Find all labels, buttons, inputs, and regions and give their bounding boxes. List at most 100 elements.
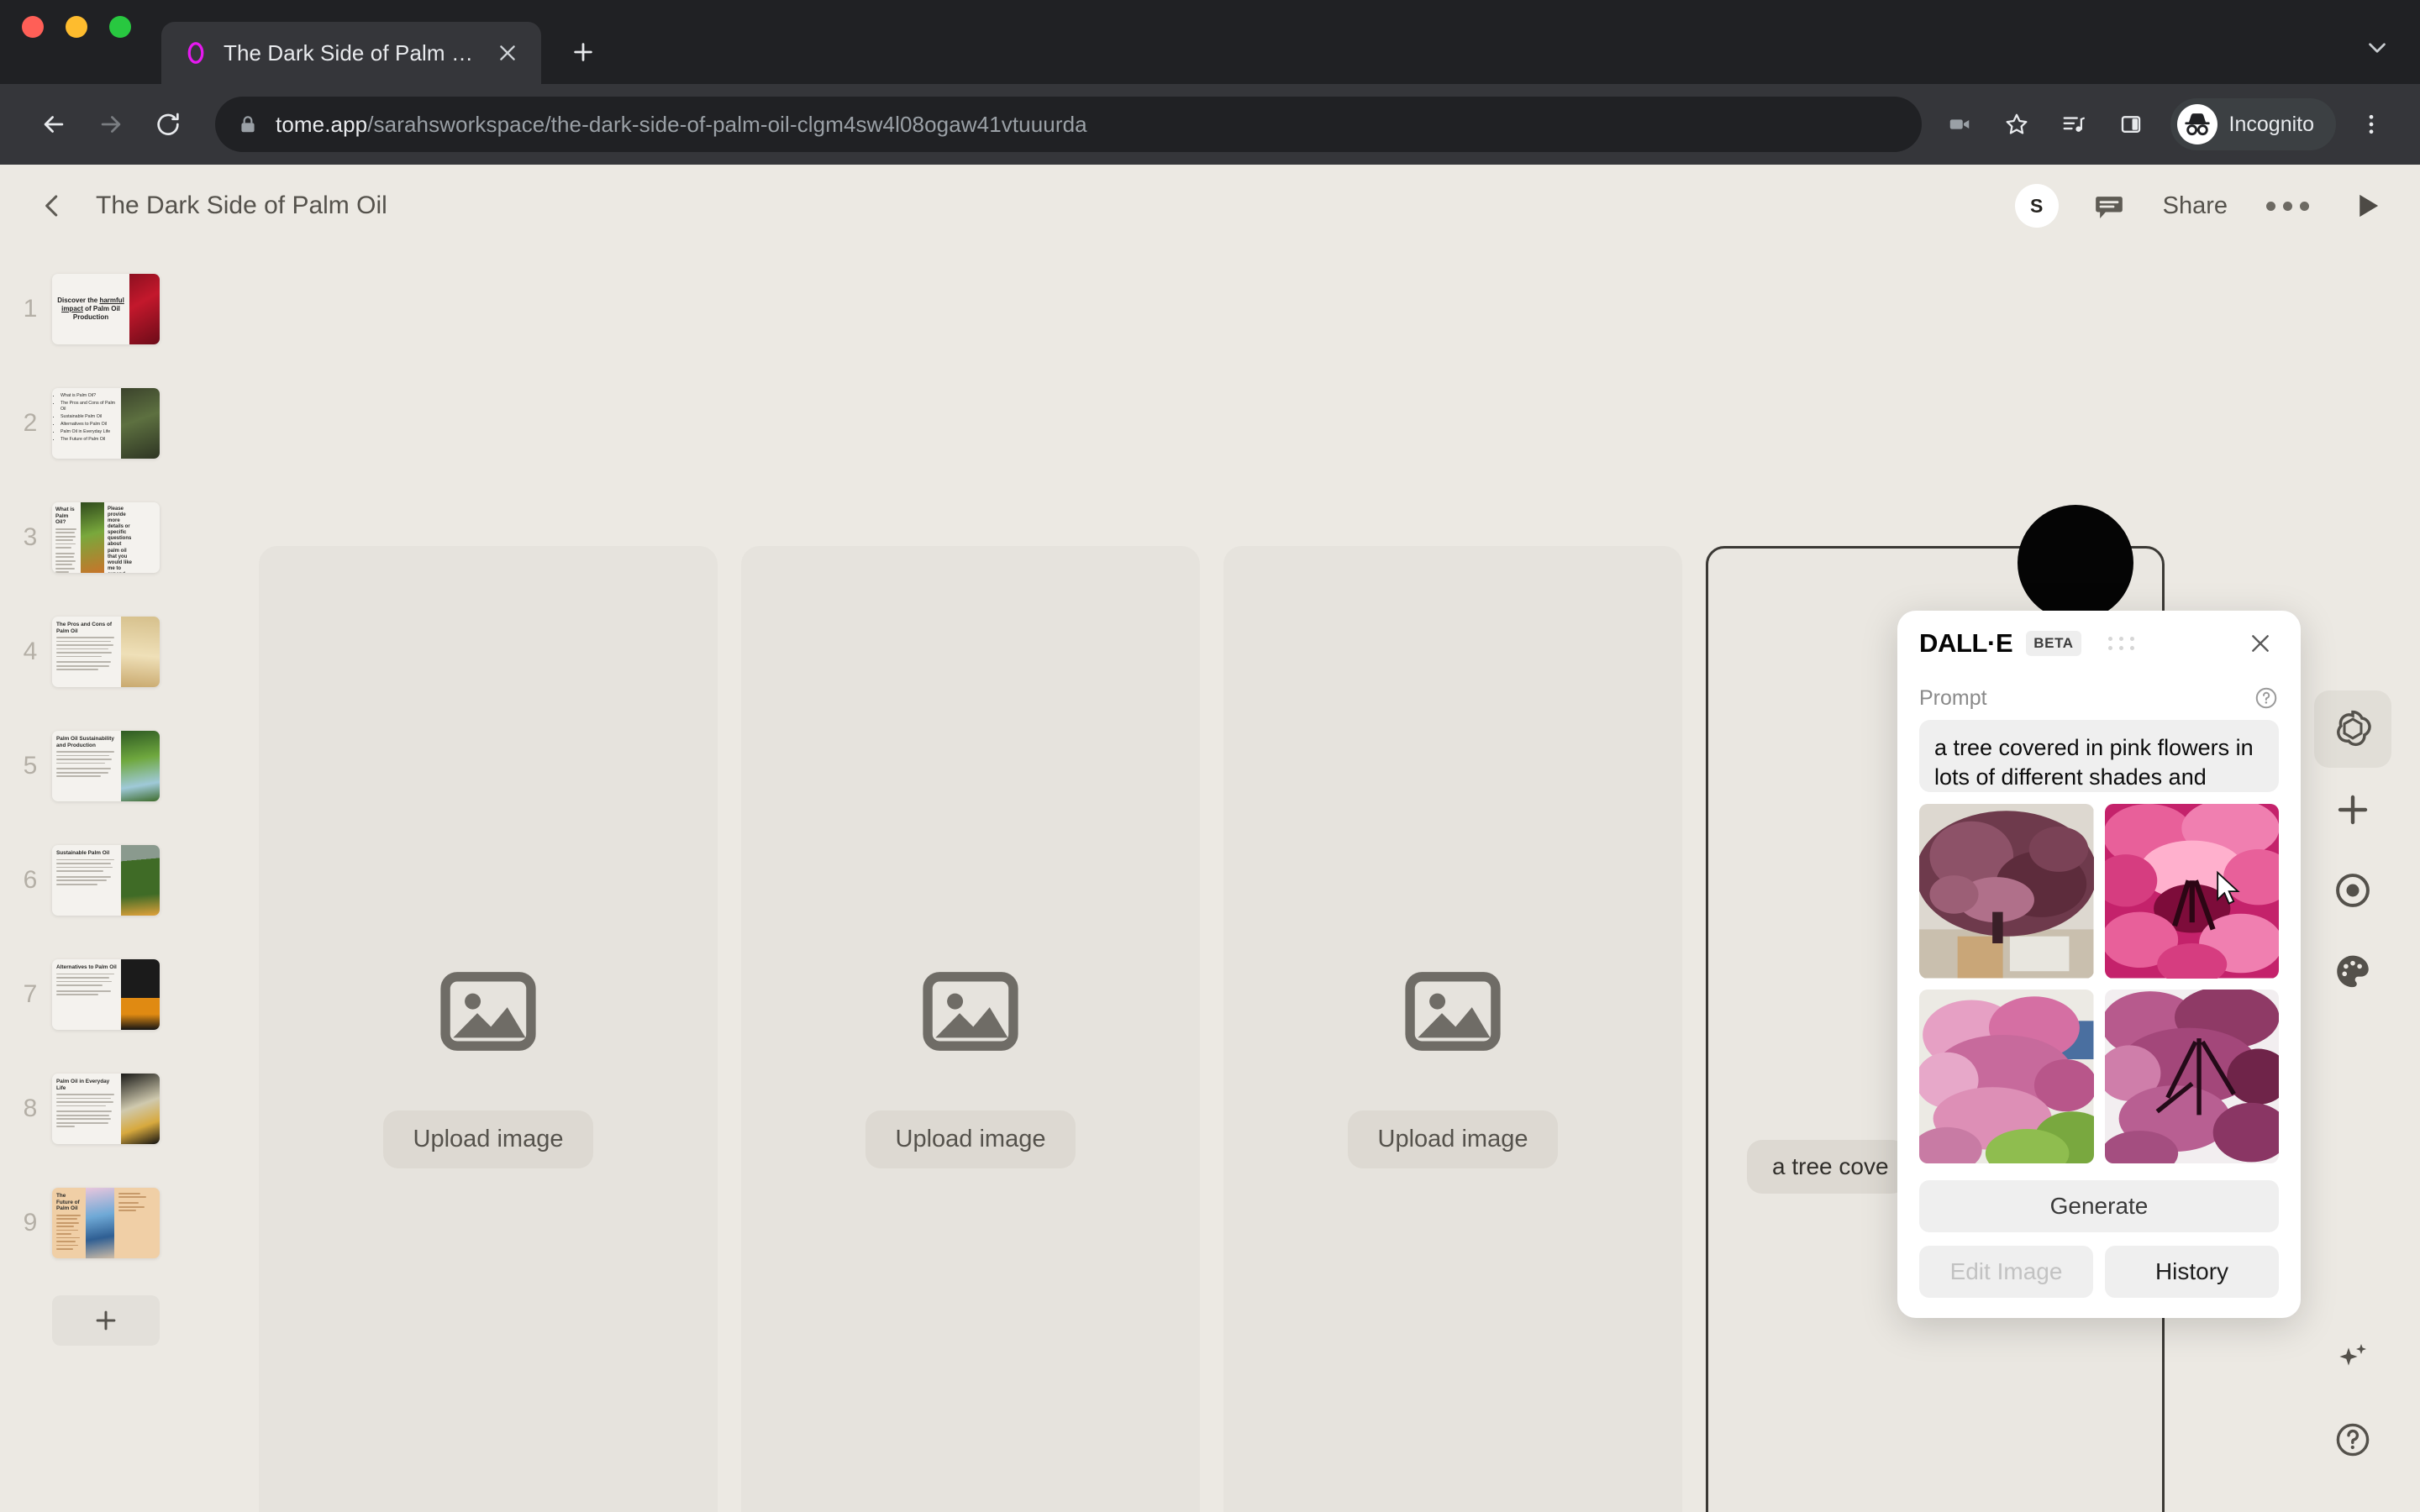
- tome-app: The Dark Side of Palm Oil S Share 1 Disc…: [0, 165, 2420, 1512]
- more-dots-icon[interactable]: [2260, 201, 2316, 211]
- slide-number: 4: [23, 638, 38, 665]
- media-playlist-icon[interactable]: [2048, 98, 2100, 150]
- list-item[interactable]: 8 Palm Oil in Everyday Life: [0, 1052, 208, 1166]
- slide-thumbnail[interactable]: What is Palm Oil? Please provide more de…: [52, 502, 160, 573]
- palette-icon[interactable]: [2314, 932, 2391, 1010]
- lock-icon: [237, 112, 259, 137]
- tome-logo-icon: [183, 40, 208, 66]
- slide-thumb-bullets: What is Palm Oil? The Pros and Cons of P…: [55, 393, 118, 443]
- bullet: What is Palm Oil?: [60, 393, 118, 399]
- prompt-row: Prompt: [1919, 676, 2279, 720]
- browser-tab[interactable]: The Dark Side of Palm Oil: [161, 22, 541, 84]
- play-icon[interactable]: [2344, 183, 2390, 228]
- image-upload-card[interactable]: Upload image: [741, 546, 1200, 1512]
- slide-thumbnail[interactable]: The Pros and Cons of Palm Oil: [52, 617, 160, 687]
- slide-thumbnail[interactable]: What is Palm Oil? The Pros and Cons of P…: [52, 388, 160, 459]
- generated-image[interactable]: [1919, 804, 2094, 979]
- slide-thumb-title: Palm Oil in Everyday Life: [56, 1079, 110, 1091]
- bullet: The Pros and Cons of Palm Oil: [60, 401, 118, 412]
- comment-bubble-icon[interactable]: [2087, 184, 2131, 228]
- generated-images-grid: [1919, 804, 2279, 1163]
- slide-thumbnail[interactable]: Discover the harmful impact of Palm Oil …: [52, 274, 160, 344]
- slide-rail[interactable]: 1 Discover the harmful impact of Palm Oi…: [0, 247, 208, 1512]
- omnibar-icons: Incognito: [1933, 98, 2395, 150]
- side-panel-icon[interactable]: [2105, 98, 2157, 150]
- maximize-window-button[interactable]: [109, 16, 131, 38]
- new-tab-button[interactable]: [560, 29, 607, 76]
- help-circle-icon[interactable]: [2314, 1401, 2391, 1478]
- slide-thumb-title: Palm Oil Sustainability and Production: [56, 736, 114, 748]
- upload-image-button[interactable]: Upload image: [1347, 1110, 1559, 1168]
- list-item[interactable]: 9 The Future of Palm Oil: [0, 1166, 208, 1280]
- bullet: Alternatives to Palm Oil: [60, 422, 118, 428]
- status-badge: BETA: [2026, 631, 2081, 656]
- slide-number: 7: [23, 980, 38, 1008]
- profile-incognito-chip[interactable]: Incognito: [2170, 98, 2336, 150]
- generate-button[interactable]: Generate: [1919, 1180, 2279, 1232]
- bullet: Palm Oil in Everyday Life: [60, 429, 118, 435]
- prompt-label: Prompt: [1919, 685, 1987, 710]
- generated-image[interactable]: [2104, 989, 2279, 1163]
- prompt-value: a tree covered in pink flowers in lots o…: [1934, 735, 2254, 790]
- slide-thumbnail[interactable]: Sustainable Palm Oil: [52, 845, 160, 916]
- slide-number: 5: [23, 752, 38, 780]
- dalle-panel[interactable]: DALL·E BETA Prompt a tree covered in pin…: [1897, 611, 2301, 1318]
- reload-icon[interactable]: [139, 96, 197, 153]
- drag-grip-icon[interactable]: [2107, 637, 2136, 650]
- list-item[interactable]: 4 The Pros and Cons of Palm Oil: [0, 595, 208, 709]
- prompt-pill[interactable]: a tree cove: [1747, 1140, 1907, 1194]
- browser-tab-title: The Dark Side of Palm Oil: [224, 39, 476, 66]
- chevron-down-icon[interactable]: [2363, 0, 2420, 84]
- slide-number: 2: [23, 409, 38, 437]
- slide-number: 3: [23, 523, 38, 551]
- image-placeholder-icon: [916, 957, 1025, 1070]
- help-circle-icon[interactable]: [2254, 685, 2279, 711]
- slide-number: 9: [23, 1209, 38, 1236]
- list-item[interactable]: 1 Discover the harmful impact of Palm Oi…: [0, 252, 208, 366]
- openai-logo-icon[interactable]: [2314, 690, 2391, 768]
- slide-thumbnail[interactable]: The Future of Palm Oil: [52, 1188, 160, 1258]
- slide-thumb-side-text: Please provide more details or specific …: [108, 507, 133, 573]
- list-item[interactable]: 7 Alternatives to Palm Oil: [0, 937, 208, 1052]
- minimize-window-button[interactable]: [66, 16, 87, 38]
- slide-number: 6: [23, 866, 38, 894]
- generated-image[interactable]: [2104, 804, 2279, 979]
- browser-omnibar: tome.app/sarahsworkspace/the-dark-side-o…: [0, 84, 2420, 165]
- browser-window: The Dark Side of Palm Oil tome.app/sarah…: [0, 0, 2420, 1512]
- back-arrow-icon[interactable]: [25, 96, 82, 153]
- slide-thumb-title: The Pros and Cons of Palm Oil: [56, 622, 113, 634]
- url-input[interactable]: tome.app/sarahsworkspace/the-dark-side-o…: [215, 97, 1922, 152]
- close-window-button[interactable]: [22, 16, 44, 38]
- slide-thumbnail[interactable]: Alternatives to Palm Oil: [52, 959, 160, 1030]
- upload-image-button[interactable]: Upload image: [382, 1110, 594, 1168]
- slide-thumbnail[interactable]: Palm Oil Sustainability and Production: [52, 731, 160, 801]
- url-domain: tome.app: [276, 111, 368, 137]
- close-icon[interactable]: [2242, 625, 2279, 662]
- image-upload-card[interactable]: Upload image: [1223, 546, 1682, 1512]
- chevron-left-icon[interactable]: [29, 182, 76, 229]
- list-item[interactable]: 5 Palm Oil Sustainability and Production: [0, 709, 208, 823]
- video-camera-icon[interactable]: [1933, 98, 1986, 150]
- page-title[interactable]: The Dark Side of Palm Oil: [96, 192, 387, 220]
- prompt-input[interactable]: a tree covered in pink flowers in lots o…: [1919, 720, 2279, 792]
- share-button[interactable]: Share: [2160, 192, 2231, 220]
- avatar[interactable]: S: [2014, 184, 2059, 228]
- upload-image-button[interactable]: Upload image: [865, 1110, 1076, 1168]
- bookmark-star-icon[interactable]: [1991, 98, 2043, 150]
- image-placeholder-icon: [1398, 957, 1507, 1070]
- list-item[interactable]: 3 What is Palm Oil? Please provide more …: [0, 480, 208, 595]
- list-item[interactable]: 2 What is Palm Oil? The Pros and Cons of…: [0, 366, 208, 480]
- list-item[interactable]: 6 Sustainable Palm Oil: [0, 823, 208, 937]
- sparkles-icon[interactable]: [2314, 1320, 2391, 1398]
- close-icon[interactable]: [491, 36, 524, 70]
- history-button[interactable]: History: [2105, 1246, 2279, 1298]
- right-toolbar: [2302, 247, 2403, 1512]
- generated-image[interactable]: [1919, 989, 2094, 1163]
- add-slide-button[interactable]: [52, 1295, 160, 1346]
- kebab-menu-icon[interactable]: [2348, 98, 2395, 150]
- plus-icon[interactable]: [2314, 771, 2391, 848]
- slide-thumbnail[interactable]: Palm Oil in Everyday Life: [52, 1074, 160, 1144]
- image-upload-card[interactable]: Upload image: [259, 546, 718, 1512]
- record-circle-icon[interactable]: [2314, 852, 2391, 929]
- slide-thumb-title: Alternatives to Palm Oil: [56, 964, 117, 970]
